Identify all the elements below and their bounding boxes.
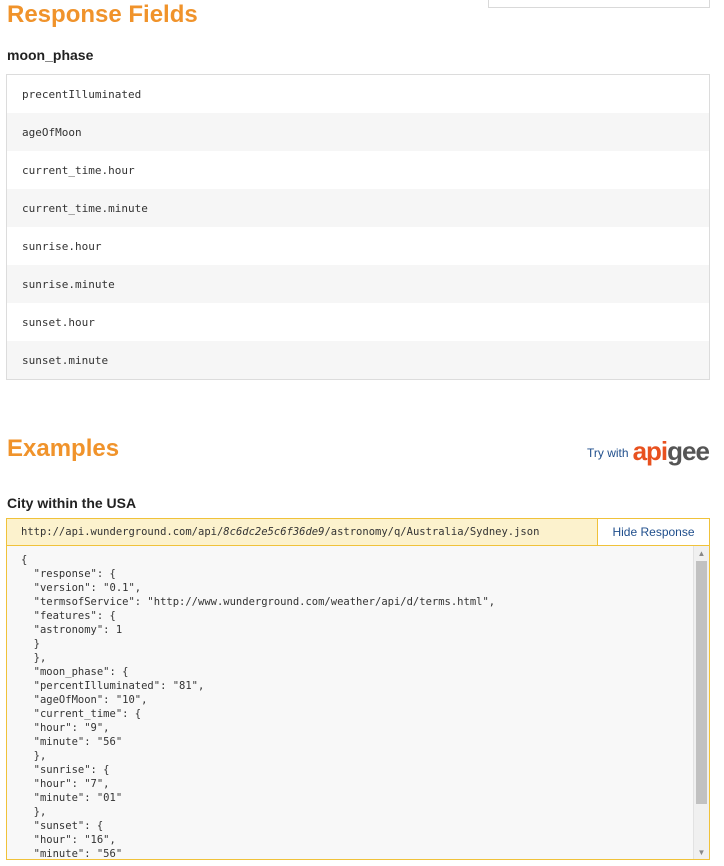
code-line: } bbox=[21, 638, 40, 650]
code-line: "hour": "16", bbox=[21, 834, 116, 846]
example-title: City within the USA bbox=[7, 495, 137, 511]
code-line: "hour": "9", bbox=[21, 722, 110, 734]
field-row: current_time.hour bbox=[22, 163, 135, 177]
top-right-panel-edge bbox=[488, 0, 710, 8]
field-row: sunset.minute bbox=[7, 341, 709, 379]
response-json: { "response": { "version": "0.1", "terms… bbox=[21, 553, 691, 860]
code-line: "percentIlluminated": "81", bbox=[21, 680, 205, 692]
code-line: "response": { bbox=[21, 568, 116, 580]
apigee-logo: apigee bbox=[632, 436, 710, 466]
try-with-apigee-link[interactable]: Try with apigee bbox=[587, 436, 710, 466]
code-line: }, bbox=[21, 652, 47, 664]
code-line: "minute": "56" bbox=[21, 848, 123, 860]
response-fields-table: precentIlluminated ageOfMoon current_tim… bbox=[6, 74, 710, 380]
code-scrollbar[interactable]: ▲ ▼ bbox=[693, 546, 709, 859]
code-line: "current_time": { bbox=[21, 708, 142, 720]
example-url[interactable]: http://api.wunderground.com/api/8c6dc2e5… bbox=[7, 519, 597, 545]
hide-response-button[interactable]: Hide Response bbox=[597, 519, 709, 545]
example-url-bar: http://api.wunderground.com/api/8c6dc2e5… bbox=[6, 518, 710, 546]
field-row: precentIlluminated bbox=[22, 87, 142, 101]
response-code-box: { "response": { "version": "0.1", "terms… bbox=[6, 546, 710, 860]
field-group-title: moon_phase bbox=[7, 47, 94, 63]
code-line: "sunrise": { bbox=[21, 764, 110, 776]
response-fields-heading: Response Fields bbox=[7, 1, 198, 28]
code-line: "minute": "01" bbox=[21, 792, 123, 804]
try-with-label: Try with bbox=[587, 446, 629, 460]
examples-heading: Examples bbox=[7, 435, 120, 462]
scroll-up-arrow-icon[interactable]: ▲ bbox=[694, 546, 709, 560]
field-row: sunrise.minute bbox=[7, 265, 709, 303]
field-row: sunset.hour bbox=[22, 315, 95, 329]
field-row: sunrise.hour bbox=[22, 239, 102, 253]
code-line: "features": { bbox=[21, 610, 116, 622]
code-line: "termsofService": "http://www.wundergrou… bbox=[21, 596, 496, 608]
code-line: "ageOfMoon": "10", bbox=[21, 694, 148, 706]
code-line: }, bbox=[21, 806, 47, 818]
code-line: "version": "0.1", bbox=[21, 582, 142, 594]
code-line: "astronomy": 1 bbox=[21, 624, 123, 636]
code-line: "hour": "7", bbox=[21, 778, 110, 790]
code-line: "moon_phase": { bbox=[21, 666, 129, 678]
field-row: current_time.minute bbox=[7, 189, 709, 227]
field-row: ageOfMoon bbox=[7, 113, 709, 151]
scroll-down-arrow-icon[interactable]: ▼ bbox=[694, 845, 709, 859]
code-line: "sunset": { bbox=[21, 820, 104, 832]
code-line: "minute": "56" bbox=[21, 736, 123, 748]
code-line: { bbox=[21, 554, 28, 566]
code-line: }, bbox=[21, 750, 47, 762]
scroll-thumb[interactable] bbox=[696, 561, 707, 804]
